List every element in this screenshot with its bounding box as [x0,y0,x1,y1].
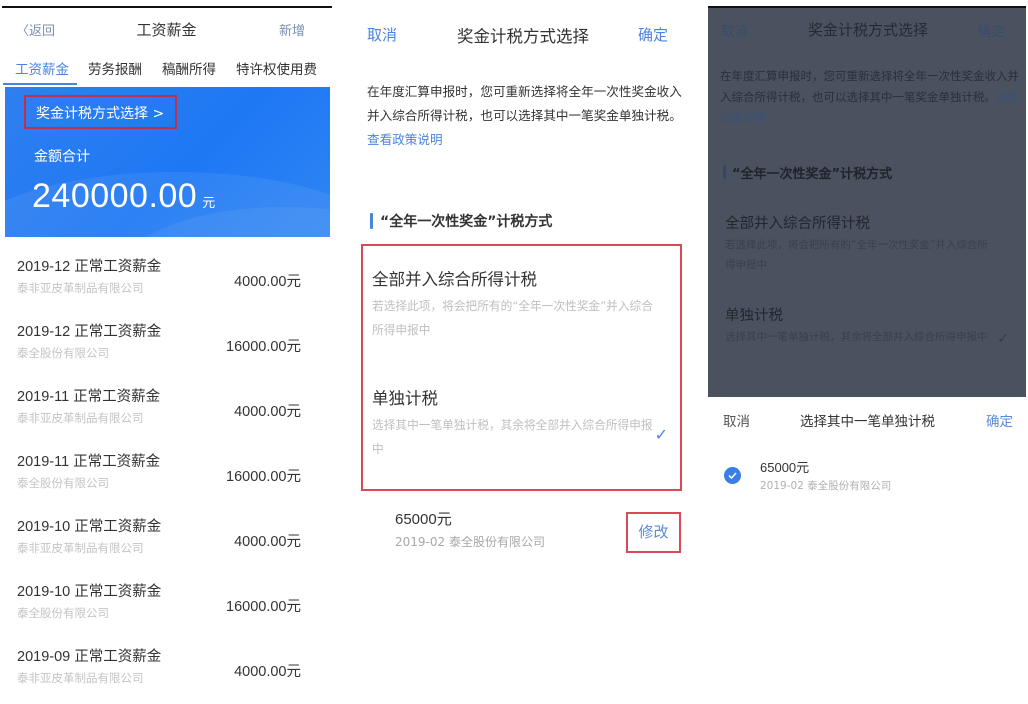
item-title: 2019-10 正常工资薪金 [17,519,162,535]
option-description: 选择其中一笔单独计税，其余将全部并入综合所得申报中 [372,418,653,456]
salary-list: 2019-12 正常工资薪金 泰非亚皮革制品有限公司 4000.00元 2019… [0,252,333,704]
page-title: 奖金计税方式选择 [457,27,589,46]
option-title: 单独计税 [725,308,783,324]
option-description: 选择其中一笔单独计税，其余将全部并入综合所得申报中 [725,331,988,343]
list-item[interactable]: 2019-12 正常工资薪金 泰非亚皮革制品有限公司 4000.00元 [0,252,333,317]
modify-button[interactable]: 修改 [626,512,681,553]
salary-screen: 〈返回 工资薪金 新增 工资薪金 劳务报酬 稿酬所得 特许权使用费 奖金计税方式… [0,0,333,704]
description: 在年度汇算申报时，您可重新选择将全年一次性奖金收入并入综合所得计税，也可以选择其… [367,84,682,123]
tab-royalties[interactable]: 特许权使用费 [236,58,317,78]
bonus-tax-method-link[interactable]: 奖金计税方式选择 > [24,95,177,129]
item-company: 泰非亚皮革制品有限公司 [17,281,144,295]
bonus-option[interactable]: 65000元 2019-02 泰全股份有限公司 [723,457,1013,497]
option-description: 若选择此项，将会把所有的“全年一次性奖金”并入综合所得申报中 [725,239,988,271]
sheet-cancel-button[interactable]: 取消 [723,410,750,430]
item-company: 泰全股份有限公司 [17,346,109,360]
sheet-confirm-button[interactable]: 确定 [986,410,1013,430]
item-amount: 16000.00元 [226,599,301,615]
add-button[interactable]: 新增 [279,20,305,39]
item-amount: 4000.00元 [234,664,301,680]
sheet-title: 选择其中一笔单独计税 [800,414,935,430]
description: 在年度汇算申报时，您可重新选择将全年一次性奖金收入并入综合所得计税，也可以选择其… [720,69,1019,104]
option-separate-taxation[interactable]: 单独计税 选择其中一笔单独计税，其余将全部并入综合所得申报中 ✓ [372,385,672,461]
total-amount: 240000.00 元 [32,177,216,216]
bonus-picker-sheet: 取消 选择其中一笔单独计税 确定 65000元 2019-02 泰全股份有限公司 [708,397,1026,517]
section-marker [723,165,726,179]
option-title: 单独计税 [372,389,438,408]
item-company: 泰非亚皮革制品有限公司 [17,671,144,685]
item-title: 2019-11 正常工资薪金 [17,454,161,470]
option-combined-taxation: 全部并入综合所得计税 若选择此项，将会把所有的“全年一次性奖金”并入综合所得申报… [725,212,1015,275]
cancel-button: 取消 [721,24,748,40]
tab-labor-remuneration[interactable]: 劳务报酬 [88,58,142,78]
tax-method-options: 全部并入综合所得计税 若选择此项，将会把所有的“全年一次性奖金”并入综合所得申报… [361,244,682,491]
section-title: “全年一次性奖金”计税方式 [380,214,553,230]
bonus-amount: 65000元 [760,460,810,475]
item-company: 泰非亚皮革制品有限公司 [17,541,144,555]
item-title: 2019-12 正常工资薪金 [17,259,162,275]
bonus-meta: 2019-02 泰全股份有限公司 [395,535,545,549]
total-value: 240000.00 [32,177,198,215]
tab-author-remuneration[interactable]: 稿酬所得 [162,58,216,78]
total-unit: 元 [202,195,216,210]
list-item[interactable]: 2019-11 正常工资薪金 泰全股份有限公司 16000.00元 [0,447,333,512]
list-item[interactable]: 2019-11 正常工资薪金 泰非亚皮革制品有限公司 4000.00元 [0,382,333,447]
policy-link[interactable]: 查看政策说明 [367,132,443,147]
description-text: 在年度汇算申报时，您可重新选择将全年一次性奖金收入并入综合所得计税，也可以选择其… [367,80,685,152]
confirm-button[interactable]: 确定 [638,24,668,45]
list-item[interactable]: 2019-10 正常工资薪金 泰全股份有限公司 16000.00元 [0,577,333,642]
income-type-tabs: 工资薪金 劳务报酬 稿酬所得 特许权使用费 [0,58,333,85]
bonus-meta: 2019-02 泰全股份有限公司 [760,480,892,492]
confirm-button: 确定 [978,24,1005,40]
item-company: 泰全股份有限公司 [17,476,109,490]
status-bar-line [2,6,332,8]
nav-bar: 取消 奖金计税方式选择 确定 [708,17,1026,45]
item-title: 2019-09 正常工资薪金 [17,649,162,665]
modal-backdrop[interactable]: 取消 奖金计税方式选择 确定 在年度汇算申报时，您可重新选择将全年一次性奖金收入… [708,8,1026,397]
option-separate-taxation: 单独计税 选择其中一笔单独计税，其余将全部并入综合所得申报中 ✓ [725,304,1015,347]
bonus-amount: 65000元 [395,511,452,528]
checked-circle-icon[interactable] [724,467,741,484]
item-amount: 16000.00元 [226,339,301,355]
item-amount: 4000.00元 [234,404,301,420]
option-description: 若选择此项，将会把所有的“全年一次性奖金”并入综合所得申报中 [372,299,653,337]
list-item[interactable]: 2019-12 正常工资薪金 泰全股份有限公司 16000.00元 [0,317,333,382]
cancel-button[interactable]: 取消 [367,24,397,45]
item-company: 泰非亚皮革制品有限公司 [17,411,144,425]
check-icon: ✓ [654,425,668,444]
active-tab-indicator [3,83,77,85]
check-icon: ✓ [997,331,1009,347]
list-item[interactable]: 2019-10 正常工资薪金 泰非亚皮革制品有限公司 4000.00元 [0,512,333,577]
item-amount: 4000.00元 [234,274,301,290]
item-company: 泰全股份有限公司 [17,606,109,620]
item-amount: 16000.00元 [226,469,301,485]
list-item[interactable]: 2019-09 正常工资薪金 泰非亚皮革制品有限公司 4000.00元 [0,642,333,704]
total-amount-card: 奖金计税方式选择 > 金额合计 240000.00 元 [5,87,330,237]
page-title: 奖金计税方式选择 [808,21,929,39]
item-title: 2019-12 正常工资薪金 [17,324,162,340]
item-title: 2019-10 正常工资薪金 [17,584,162,600]
nav-bar: 取消 奖金计税方式选择 确定 [345,20,690,50]
section-title: “全年一次性奖金”计税方式 [732,167,893,182]
option-title: 全部并入综合所得计税 [725,216,870,232]
option-combined-taxation[interactable]: 全部并入综合所得计税 若选择此项，将会把所有的“全年一次性奖金”并入综合所得申报… [372,266,672,342]
item-amount: 4000.00元 [234,534,301,550]
bonus-method-screen: 取消 奖金计税方式选择 确定 在年度汇算申报时，您可重新选择将全年一次性奖金收入… [345,0,690,704]
tab-salary[interactable]: 工资薪金 [15,58,69,78]
description-text: 在年度汇算申报时，您可重新选择将全年一次性奖金收入并入综合所得计税，也可以选择其… [720,66,1022,129]
selected-bonus: 65000元 2019-02 泰全股份有限公司 [395,508,545,550]
item-title: 2019-11 正常工资薪金 [17,389,161,405]
bonus-picker-screen: 取消 奖金计税方式选择 确定 在年度汇算申报时，您可重新选择将全年一次性奖金收入… [706,0,1028,704]
section-marker [370,213,373,229]
total-label: 金额合计 [34,149,90,165]
nav-bar: 〈返回 工资薪金 新增 [0,14,333,44]
option-title: 全部并入综合所得计税 [372,270,537,289]
